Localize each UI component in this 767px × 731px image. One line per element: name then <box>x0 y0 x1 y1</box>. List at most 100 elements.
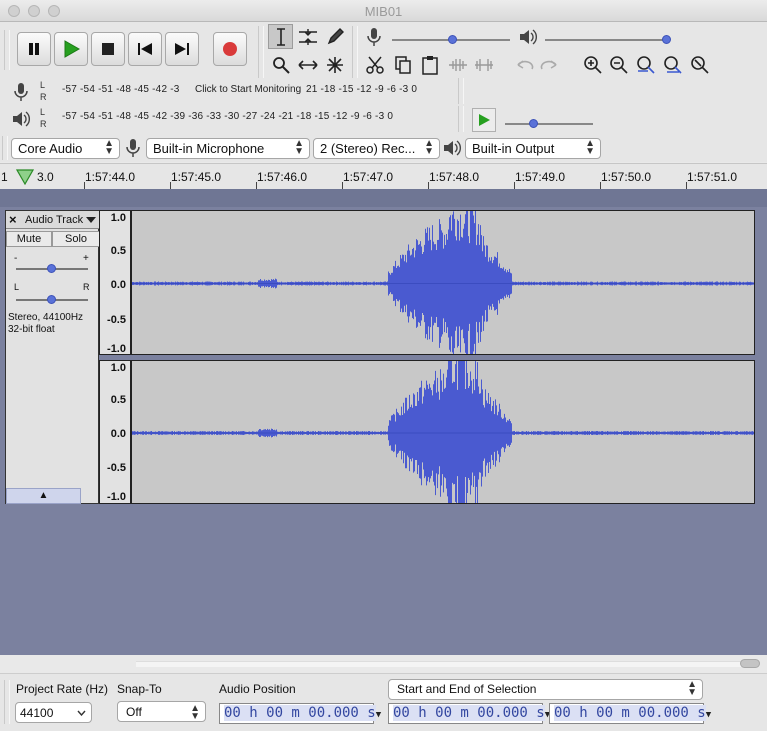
record-button[interactable] <box>213 32 247 66</box>
input-channels-select[interactable]: 2 (Stereo) Rec... ▲ ▼ <box>313 138 440 159</box>
meter-r-label: R <box>40 92 47 102</box>
paste-button[interactable] <box>417 52 442 77</box>
vertical-scale-left[interactable]: 1.0 0.5 0.0 -0.5 -1.0 <box>99 210 131 355</box>
zoom-toggle-button[interactable] <box>687 52 712 77</box>
waveform-left <box>132 211 754 354</box>
vertical-scale-right[interactable]: 1.0 0.5 0.0 -0.5 -1.0 <box>99 360 131 504</box>
skip-to-end-button[interactable] <box>165 32 199 66</box>
mute-solo-row: Mute Solo <box>6 231 100 247</box>
mic-icon <box>366 27 382 50</box>
project-rate-select[interactable]: 44100 <box>15 702 92 723</box>
solo-button[interactable]: Solo <box>52 231 100 247</box>
close-track-button[interactable]: × <box>9 212 17 227</box>
record-meter[interactable]: -57 -54 -51 -48 -45 -42 -3 Click to Star… <box>52 80 450 104</box>
scale-label: 0.5 <box>110 245 126 257</box>
snap-to-label: Snap-To <box>117 682 162 696</box>
silence-icon <box>474 58 493 71</box>
fit-selection-button[interactable] <box>633 52 658 77</box>
zoom-out-icon <box>609 55 628 74</box>
zoom-in-button[interactable] <box>580 52 605 77</box>
time-format-arrow-icon[interactable]: ▼ <box>706 710 711 720</box>
silence-button[interactable] <box>471 52 496 77</box>
zoom-out-button[interactable] <box>606 52 631 77</box>
play-head-triangle-icon[interactable] <box>16 169 34 185</box>
copy-button[interactable] <box>390 52 415 77</box>
ruler-label: 1:57:44.0 <box>85 170 136 184</box>
audio-position-field[interactable]: 00 h 00 m 00.000 s▼ <box>219 703 381 724</box>
toolbar-grip[interactable] <box>458 106 464 132</box>
time-format-arrow-icon[interactable]: ▼ <box>376 710 381 720</box>
selection-end-value: 00 h 00 m 00.000 s <box>554 705 706 721</box>
toolbar-grip[interactable] <box>352 26 358 78</box>
redo-button[interactable] <box>537 52 562 77</box>
stop-button[interactable] <box>91 32 125 66</box>
play-speed-thumb[interactable] <box>529 119 538 128</box>
gain-thumb[interactable] <box>47 264 56 273</box>
waveform-channel-left[interactable] <box>131 210 755 355</box>
selection-start-field[interactable]: 00 h 00 m 00.000 s▼ <box>388 703 550 724</box>
envelope-tool[interactable] <box>295 24 320 49</box>
output-device-select[interactable]: Built-in Output ▲ ▼ <box>465 138 601 159</box>
track-name-menu[interactable]: Audio Track <box>25 214 83 226</box>
skip-to-start-button[interactable] <box>128 32 162 66</box>
trim-button[interactable] <box>445 52 470 77</box>
mute-button[interactable]: Mute <box>6 231 52 247</box>
toolbar-grip[interactable] <box>4 680 10 724</box>
scale-label: -0.5 <box>107 462 126 474</box>
gain-minus-label: - <box>14 253 18 264</box>
draw-tool[interactable] <box>322 24 347 49</box>
scale-label: 1.0 <box>110 362 126 374</box>
start-monitoring-label[interactable]: Click to Start Monitoring <box>195 84 302 95</box>
zoom-tool[interactable] <box>268 52 293 77</box>
snap-to-value: Off <box>126 705 142 719</box>
horizontal-scrollbar[interactable] <box>0 655 767 673</box>
play-button[interactable] <box>54 32 88 66</box>
window-title: MIB01 <box>364 4 403 19</box>
host-value: Core Audio <box>18 141 83 156</box>
selection-end-field[interactable]: 00 h 00 m 00.000 s▼ <box>549 703 711 724</box>
toolbar-grip[interactable] <box>458 78 464 104</box>
timeline-ruler[interactable]: 1 3.0 1:57:44.0 1:57:45.0 1:57:46.0 1:57… <box>0 163 767 190</box>
toolbar-grip[interactable] <box>2 136 8 160</box>
pan-thumb[interactable] <box>47 295 56 304</box>
input-device-select[interactable]: Built-in Microphone ▲ ▼ <box>146 138 310 159</box>
meter-speaker-icon <box>11 109 31 132</box>
chevron-updown-icon: ▲ ▼ <box>294 138 304 157</box>
playback-meter[interactable]: -57 -54 -51 -48 -45 -42 -39 -36 -33 -30 … <box>52 107 450 131</box>
track-area[interactable]: × Audio Track Mute Solo - + L R Stereo, … <box>0 207 767 655</box>
playback-volume-slider[interactable] <box>545 39 669 41</box>
fit-project-button[interactable] <box>660 52 685 77</box>
multi-tool[interactable] <box>322 52 347 77</box>
playback-meter-ticks: -57 -54 -51 -48 -45 -42 -39 -36 -33 -30 … <box>62 111 394 122</box>
multi-tool-icon <box>326 56 343 73</box>
timeshift-tool[interactable] <box>295 52 320 77</box>
scale-label: -1.0 <box>107 491 126 503</box>
skip-start-icon <box>138 43 152 55</box>
envelope-icon <box>298 28 317 45</box>
toolbar-grip[interactable] <box>4 30 10 70</box>
collapse-track-button[interactable]: ▲ <box>6 488 81 504</box>
record-volume-thumb[interactable] <box>448 35 457 44</box>
snap-to-select[interactable]: Off ▲ ▼ <box>117 701 206 722</box>
zoom-in-icon <box>583 55 602 74</box>
toolbar-grip[interactable] <box>258 26 264 78</box>
selection-mode-select[interactable]: Start and End of Selection ▲ ▼ <box>388 679 703 700</box>
pan-l-label: L <box>14 282 20 292</box>
speaker-icon <box>518 27 538 50</box>
scroll-track[interactable] <box>136 661 756 667</box>
play-at-speed-button[interactable] <box>472 108 496 132</box>
scale-label: 0.0 <box>110 279 126 291</box>
play-speed-slider[interactable] <box>505 123 593 125</box>
waveform-channel-right[interactable] <box>131 360 755 504</box>
playback-volume-thumb[interactable] <box>662 35 671 44</box>
track-control-panel[interactable]: × Audio Track Mute Solo - + L R Stereo, … <box>5 210 100 504</box>
selection-tool[interactable] <box>268 24 293 49</box>
cut-button[interactable] <box>362 52 387 77</box>
host-select[interactable]: Core Audio ▲ ▼ <box>11 138 120 159</box>
scroll-thumb[interactable] <box>740 659 760 668</box>
track-menu-arrow-icon[interactable] <box>86 217 96 223</box>
pause-button[interactable] <box>17 32 51 66</box>
redo-icon <box>540 59 557 69</box>
undo-button[interactable] <box>511 52 536 77</box>
play-icon <box>479 114 490 126</box>
